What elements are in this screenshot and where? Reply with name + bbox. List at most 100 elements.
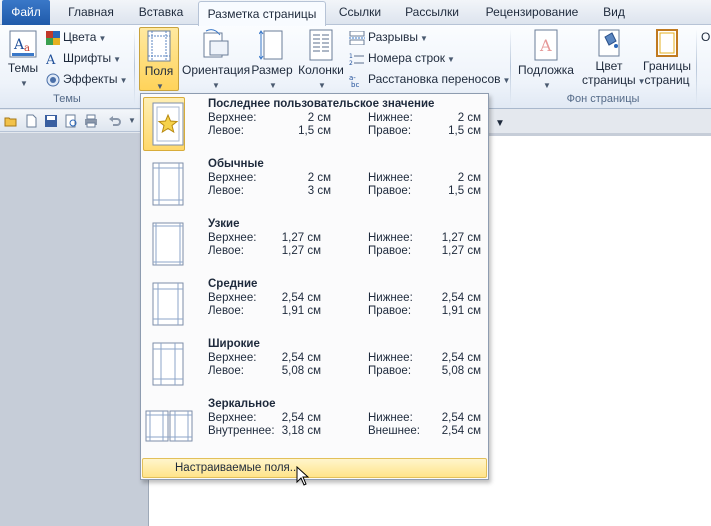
chevron-down-icon[interactable]: ▼ xyxy=(128,116,136,125)
undo-icon[interactable] xyxy=(108,114,122,128)
margins-icon xyxy=(147,30,171,62)
size-label: Размер xyxy=(251,63,293,77)
tab-page-layout[interactable]: Разметка страницы xyxy=(198,1,326,26)
inside-label: Внутреннее: xyxy=(208,425,275,437)
effects-button[interactable]: Эффекты ▼ xyxy=(46,69,127,89)
left-value: 5,08 см xyxy=(281,365,321,377)
left-value: 1,91 см xyxy=(281,305,321,317)
right-value: 1,5 см xyxy=(448,125,481,137)
chevron-down-icon: ▼ xyxy=(269,81,277,90)
outside-value: 2,54 см xyxy=(441,425,481,437)
normal-margins-icon xyxy=(152,162,184,206)
tab-file[interactable]: Файл xyxy=(2,0,50,25)
chevron-down-icon: ▼ xyxy=(212,81,220,90)
cut-off-ribbon-item[interactable]: О xyxy=(701,27,710,47)
watermark-button[interactable]: A Подложка ▼ xyxy=(514,27,578,91)
paint-bucket-icon xyxy=(598,29,620,57)
margins-option-normal[interactable]: Обычные Верхнее: 2 см Нижнее: 2 см Левое… xyxy=(141,154,488,214)
right-value: 1,5 см xyxy=(448,185,481,197)
left-label: Левое: xyxy=(208,245,244,257)
size-button[interactable]: Размер ▼ xyxy=(250,27,294,91)
chevron-down-icon: ▼ xyxy=(447,55,455,64)
watermark-icon: A xyxy=(534,29,558,61)
top-value: 2,54 см xyxy=(281,412,321,424)
svg-text:A: A xyxy=(539,36,552,55)
tab-references[interactable]: Ссылки xyxy=(332,0,388,25)
line-numbers-icon: 1 2 xyxy=(349,53,364,66)
save-icon[interactable] xyxy=(44,114,58,128)
svg-text:A: A xyxy=(46,53,56,66)
qat-customize-arrow-icon[interactable]: ▼ xyxy=(495,118,505,129)
line-numbers-button[interactable]: 1 2 Номера строк ▼ xyxy=(349,48,455,68)
margins-option-wide[interactable]: Широкие Верхнее: 2,54 см Нижнее: 2,54 см… xyxy=(141,334,488,394)
top-label: Верхнее: xyxy=(208,412,257,424)
outside-label: Внешнее: xyxy=(368,425,420,437)
option-name: Обычные xyxy=(208,158,264,170)
svg-text:bc: bc xyxy=(351,81,359,87)
chevron-down-icon: ▼ xyxy=(113,55,122,64)
right-label: Правое: xyxy=(368,185,412,197)
tab-review[interactable]: Рецензирование xyxy=(476,0,588,25)
effects-label: Эффекты xyxy=(63,72,118,86)
breaks-button[interactable]: Разрывы ▼ xyxy=(349,27,428,47)
bottom-value: 2,54 см xyxy=(441,352,481,364)
margins-button[interactable]: Поля ▼ xyxy=(139,27,179,91)
columns-label: Колонки xyxy=(298,63,344,77)
bottom-value: 2,54 см xyxy=(441,292,481,304)
option-name: Зеркальное xyxy=(208,398,276,410)
right-label: Правое: xyxy=(368,245,412,257)
page-background-group-label: Фон страницы xyxy=(566,93,640,105)
margins-dropdown: Последнее пользовательское значение Верх… xyxy=(140,93,489,480)
margins-option-narrow[interactable]: Узкие Верхнее: 1,27 см Нижнее: 1,27 см Л… xyxy=(141,214,488,274)
custom-margins-menu-item[interactable]: Настраиваемые поля... xyxy=(142,458,487,478)
svg-text:1: 1 xyxy=(349,53,353,60)
margins-option-mirrored[interactable]: Зеркальное Верхнее: 2,54 см Нижнее: 2,54… xyxy=(141,394,488,454)
effects-icon xyxy=(46,73,60,87)
colors-button[interactable]: Цвета ▼ xyxy=(46,27,106,47)
fonts-icon: A xyxy=(46,53,56,66)
breaks-icon xyxy=(349,30,365,45)
margins-option-moderate[interactable]: Средние Верхнее: 2,54 см Нижнее: 2,54 см… xyxy=(141,274,488,334)
top-label: Верхнее: xyxy=(208,172,257,184)
hyphenation-button[interactable]: a- bc Расстановка переносов ▼ xyxy=(349,69,510,89)
left-label: Левое: xyxy=(208,125,244,137)
bottom-label: Нижнее: xyxy=(368,232,413,244)
breaks-label: Разрывы xyxy=(368,30,418,44)
tab-home[interactable]: Главная xyxy=(56,0,126,25)
right-value: 1,91 см xyxy=(441,305,481,317)
ribbon-tab-bar: Файл Главная Вставка Разметка страницы С… xyxy=(0,0,711,26)
bottom-label: Нижнее: xyxy=(368,292,413,304)
columns-button[interactable]: Колонки ▼ xyxy=(296,27,346,91)
right-label: Правое: xyxy=(368,125,412,137)
orientation-button[interactable]: Ориентация ▼ xyxy=(182,27,250,91)
chevron-down-icon: ▼ xyxy=(156,82,164,91)
tab-mailings[interactable]: Рассылки xyxy=(396,0,468,25)
print-preview-icon[interactable] xyxy=(64,114,78,128)
group-separator xyxy=(510,29,511,105)
page-borders-button[interactable]: Границы страниц xyxy=(640,27,694,91)
themes-button[interactable]: A a Темы ▼ xyxy=(4,27,42,91)
bottom-label: Нижнее: xyxy=(368,112,413,124)
print-icon[interactable] xyxy=(84,114,98,128)
right-label: Правое: xyxy=(368,365,412,377)
page-borders-label-line1: Границы xyxy=(643,59,691,73)
themes-icon: A a xyxy=(9,30,37,58)
size-icon xyxy=(259,30,283,60)
top-value: 1,27 см xyxy=(281,232,321,244)
fonts-button[interactable]: A Шрифты ▼ xyxy=(46,48,121,68)
quick-access-toolbar: ▼ xyxy=(0,110,140,132)
option-name: Средние xyxy=(208,278,258,290)
option-name: Широкие xyxy=(208,338,260,350)
chevron-down-icon: ▼ xyxy=(318,81,326,90)
page-borders-label-line2: страниц xyxy=(644,73,690,87)
margins-option-last-custom[interactable]: Последнее пользовательское значение Верх… xyxy=(141,94,488,154)
new-document-icon[interactable] xyxy=(24,114,38,128)
page-color-button[interactable]: Цвет страницы ▼ xyxy=(582,27,646,91)
top-label: Верхнее: xyxy=(208,352,257,364)
orientation-icon xyxy=(203,29,229,58)
custom-margins-label: Настраиваемые поля... xyxy=(175,462,300,474)
left-value: 1,27 см xyxy=(281,245,321,257)
tab-view[interactable]: Вид xyxy=(596,0,632,25)
open-folder-icon[interactable] xyxy=(4,114,18,128)
tab-insert[interactable]: Вставка xyxy=(130,0,192,25)
